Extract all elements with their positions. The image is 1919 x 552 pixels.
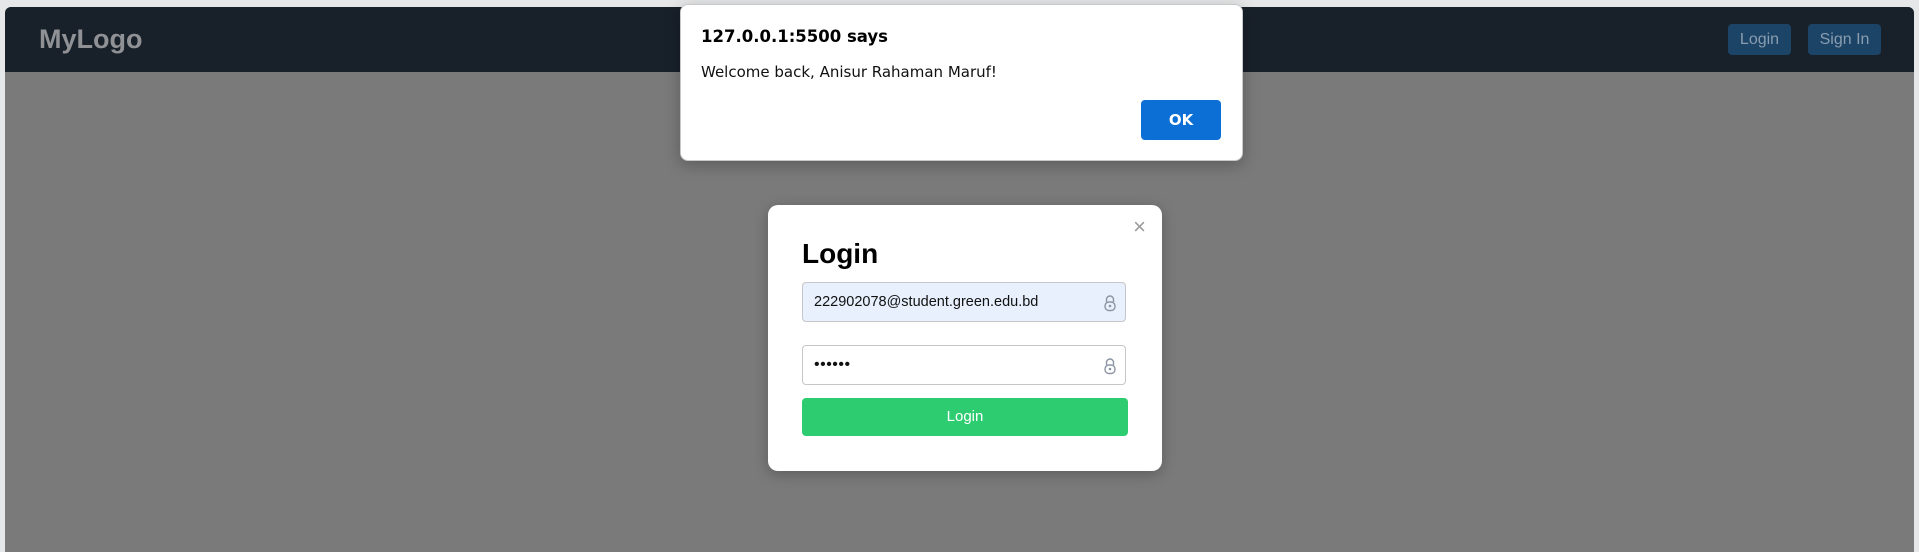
browser-alert-dialog: 127.0.0.1:5500 says Welcome back, Anisur… bbox=[680, 4, 1243, 161]
alert-title: 127.0.0.1:5500 says bbox=[701, 27, 888, 46]
close-icon[interactable]: × bbox=[1133, 216, 1146, 238]
nav-login-button[interactable]: Login bbox=[1728, 24, 1791, 55]
modal-title: Login bbox=[802, 238, 879, 269]
login-submit-button[interactable]: Login bbox=[802, 398, 1128, 436]
email-field[interactable]: 222902078@student.green.edu.bd bbox=[802, 282, 1126, 322]
logo: MyLogo bbox=[39, 24, 143, 54]
nav-signin-button[interactable]: Sign In bbox=[1808, 24, 1881, 55]
password-value: •••••• bbox=[814, 356, 851, 373]
alert-message: Welcome back, Anisur Rahaman Maruf! bbox=[701, 63, 997, 81]
lock-icon[interactable] bbox=[1102, 294, 1118, 312]
login-modal: × Login 222902078@student.green.edu.bd •… bbox=[768, 205, 1162, 471]
lock-icon[interactable] bbox=[1102, 357, 1118, 375]
email-value: 222902078@student.green.edu.bd bbox=[814, 294, 1039, 310]
password-field[interactable]: •••••• bbox=[802, 345, 1126, 385]
alert-ok-button[interactable]: OK bbox=[1141, 100, 1221, 140]
